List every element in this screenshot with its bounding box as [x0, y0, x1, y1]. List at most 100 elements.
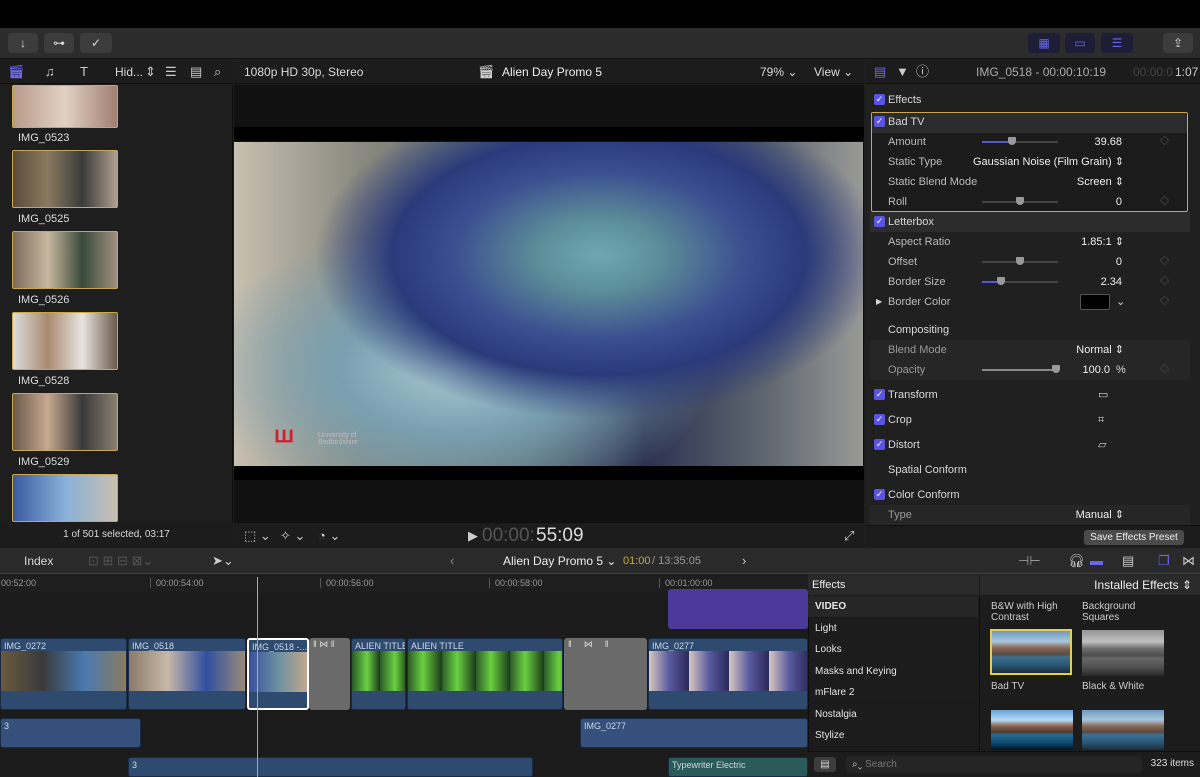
effects-category[interactable]: mFlare 2	[808, 682, 978, 704]
transform-icon[interactable]: ▭	[1098, 385, 1108, 405]
forward-icon[interactable]: ›	[742, 548, 746, 574]
magic-wand-icon[interactable]: ✧ ⌄	[280, 528, 305, 544]
back-icon[interactable]: ‹	[450, 548, 454, 574]
effects-category[interactable]: Looks	[808, 639, 978, 661]
checkbox-icon[interactable]: ✓	[874, 439, 885, 450]
clip-appearance-icon[interactable]: ☰	[165, 60, 177, 84]
chevron-down-icon[interactable]: ⌄	[1116, 292, 1125, 312]
sidebar-toggle-icon[interactable]: ▤	[814, 757, 836, 772]
offset-slider[interactable]	[982, 257, 1058, 265]
transition[interactable]: ‖ ⋈ ‖	[309, 638, 350, 710]
effects-category[interactable]: Masks and Keying	[808, 661, 978, 682]
checkbox-icon[interactable]: ✓	[874, 94, 885, 105]
amount-value[interactable]: 39.68	[1094, 132, 1122, 152]
audio-clip[interactable]: 3	[0, 718, 141, 748]
slider-knob[interactable]	[1008, 137, 1017, 145]
timeline-clip[interactable]: IMG_0277	[648, 638, 808, 710]
crop-section[interactable]: ✓ Crop ⌗	[870, 410, 1190, 430]
playhead[interactable]	[257, 577, 258, 777]
amount-slider[interactable]	[982, 137, 1058, 145]
browser-toggle-button[interactable]: ▦	[1028, 33, 1060, 53]
disclosure-triangle-icon[interactable]: ▶	[876, 292, 882, 312]
timeline-toggle-button[interactable]: ▭	[1065, 33, 1095, 53]
titles-generators-icon[interactable]: T	[80, 60, 88, 84]
effect-label[interactable]: Black & White	[1082, 681, 1144, 692]
zoom-popup[interactable]: 79% ⌄	[760, 60, 797, 84]
timeline-clip[interactable]: IMG_0272	[0, 638, 127, 710]
timeline-project-popup[interactable]: Alien Day Promo 5 ⌄	[503, 548, 616, 574]
effects-category[interactable]: VIDEO	[808, 596, 978, 618]
index-button[interactable]: Index	[24, 548, 53, 574]
audio-clip[interactable]: IMG_0277	[580, 718, 808, 748]
clip-appearance-icon[interactable]: ▤	[1122, 548, 1134, 574]
clip-thumbnail[interactable]	[12, 85, 118, 128]
border-size-value[interactable]: 2.34	[1101, 272, 1122, 292]
border-size-slider[interactable]	[982, 277, 1058, 285]
clip-thumbnail[interactable]	[12, 393, 118, 451]
static-type-popup[interactable]: Gaussian Noise (Film Grain) ⇕	[973, 152, 1124, 172]
save-effects-preset-button[interactable]: Save Effects Preset	[1084, 530, 1184, 545]
connected-title-clip[interactable]	[668, 589, 808, 629]
effect-thumbnail[interactable]	[1082, 710, 1164, 750]
bad-tv-header[interactable]: ✓ Bad TV	[870, 112, 1190, 132]
roll-slider[interactable]	[982, 197, 1058, 205]
distort-icon[interactable]: ▱	[1098, 435, 1106, 455]
slider-knob[interactable]	[1016, 197, 1024, 205]
effects-category[interactable]: Light	[808, 618, 978, 639]
snapping-icon[interactable]: ▬	[1090, 548, 1103, 574]
checkbox-icon[interactable]: ✓	[874, 116, 885, 127]
audio-clip[interactable]: Typewriter Electric	[668, 757, 808, 777]
blend-mode-popup[interactable]: Normal ⇕	[1076, 340, 1124, 360]
opacity-slider[interactable]	[982, 365, 1060, 373]
search-icon[interactable]: ⌕	[214, 60, 221, 84]
fullscreen-icon[interactable]: ⤢	[844, 528, 854, 544]
share-button[interactable]: ⇪	[1163, 33, 1193, 53]
slider-knob[interactable]	[997, 277, 1005, 285]
import-button[interactable]: ↓	[8, 33, 38, 53]
distort-section[interactable]: ✓ Distort ▱	[870, 435, 1190, 455]
clip-thumbnail[interactable]	[12, 312, 118, 370]
opacity-value[interactable]: 100.0	[1082, 360, 1110, 380]
background-tasks-button[interactable]: ✓	[80, 33, 112, 53]
installed-effects-popup[interactable]: Installed Effects ⇕	[980, 575, 1200, 595]
effect-thumbnail-selected[interactable]	[990, 629, 1072, 675]
retime-icon[interactable]: ◔ ⌄	[318, 528, 340, 544]
checkbox-icon[interactable]: ✓	[874, 216, 885, 227]
color-inspector-icon[interactable]: ▼	[896, 60, 909, 84]
clip-thumbnail[interactable]	[12, 474, 118, 522]
play-icon[interactable]: ▶	[468, 528, 478, 544]
checkbox-icon[interactable]: ✓	[874, 414, 885, 425]
transitions-icon[interactable]: ⋈	[1182, 548, 1195, 574]
clip-thumbnail[interactable]	[12, 231, 118, 289]
effects-browser-icon[interactable]: ❐	[1158, 548, 1170, 574]
keyframe-icon[interactable]	[1159, 363, 1170, 374]
timeline-clip[interactable]: ALIEN TITLE	[351, 638, 406, 710]
effect-label[interactable]: Background Squares	[1082, 601, 1164, 623]
roll-value[interactable]: 0	[1116, 192, 1122, 212]
timeline-clip[interactable]: IMG_0518	[128, 638, 246, 710]
checkbox-icon[interactable]: ✓	[874, 389, 885, 400]
skimming-icon[interactable]: ⊣⊢	[1018, 548, 1041, 574]
effects-category[interactable]: Nostalgia	[808, 704, 978, 725]
color-conform-section[interactable]: ✓ Color Conform	[870, 485, 1190, 505]
select-tool-icon[interactable]: ➤⌄	[212, 548, 234, 574]
keywords-button[interactable]: ⊶	[44, 33, 74, 53]
type-popup[interactable]: Manual ⇕	[1076, 505, 1124, 525]
transition[interactable]: ‖⋈‖	[564, 638, 647, 710]
keyframe-icon[interactable]	[1159, 255, 1170, 266]
effect-thumbnail[interactable]	[1082, 630, 1164, 676]
keyframe-icon[interactable]	[1159, 275, 1170, 286]
headphones-icon[interactable]: 🎧︎	[1068, 548, 1085, 574]
slider-knob[interactable]	[1052, 365, 1060, 373]
checkbox-icon[interactable]: ✓	[874, 489, 885, 500]
libraries-icon[interactable]: 🎬︎	[8, 60, 25, 84]
crop-icon[interactable]: ⌗	[1098, 410, 1104, 430]
filmstrip-icon[interactable]: ▤	[190, 60, 202, 84]
effect-thumbnail[interactable]	[991, 710, 1073, 750]
video-inspector-icon[interactable]: ▤	[874, 60, 886, 84]
color-well[interactable]	[1080, 294, 1110, 310]
aspect-popup[interactable]: 1.85:1 ⇕	[1081, 232, 1124, 252]
audio-clip[interactable]: 3	[128, 757, 533, 777]
transform-tool-icon[interactable]: ⬚ ⌄	[244, 528, 271, 544]
keyframe-icon[interactable]	[1159, 295, 1170, 306]
